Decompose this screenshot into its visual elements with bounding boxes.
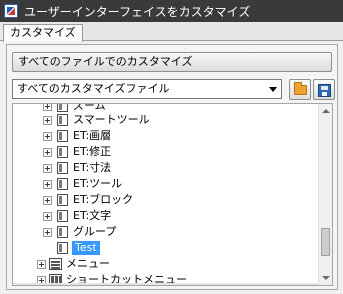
horizontal-scrollbar[interactable] (13, 283, 319, 285)
toolbar-icon (57, 194, 68, 206)
dropdown-arrow-icon[interactable] (265, 80, 281, 98)
scrollbar-thumb[interactable] (321, 228, 330, 256)
toolbar-icon (57, 162, 68, 174)
open-file-button[interactable] (289, 79, 311, 100)
customize-panel: すべてのファイルでのカスタマイズ すべてのカスタマイズファイル ズーム スマート… (6, 44, 338, 290)
tree-item[interactable]: ET:ブロック (13, 192, 313, 208)
tree-item[interactable]: グループ (13, 224, 313, 240)
customization-tree[interactable]: ズーム スマートツール ET:画層 ET:修正 ET:寸法 ET:ツール ET:… (12, 103, 333, 286)
tree-item-selected[interactable]: Test (13, 240, 313, 256)
expand-icon[interactable] (43, 148, 52, 157)
tree-item[interactable]: ET:ツール (13, 176, 313, 192)
toolbar-icon (57, 146, 68, 158)
app-icon (4, 4, 18, 18)
expand-icon[interactable] (43, 116, 52, 125)
window-title: ユーザーインターフェイスをカスタマイズ (24, 4, 251, 19)
vertical-scrollbar[interactable] (318, 104, 332, 285)
toolbar-icon (57, 178, 68, 190)
tree-item-menu[interactable]: メニュー (13, 256, 313, 272)
expand-icon[interactable] (37, 260, 46, 269)
tree-item[interactable]: スマートツール (13, 112, 313, 128)
scroll-up-icon[interactable] (319, 104, 332, 118)
tree-item[interactable]: ET:寸法 (13, 160, 313, 176)
toolbar-icon (57, 114, 68, 126)
folder-icon (294, 82, 307, 95)
customization-file-dropdown[interactable]: すべてのカスタマイズファイル (12, 79, 282, 99)
all-files-customization-button[interactable]: すべてのファイルでのカスタマイズ (12, 52, 332, 72)
save-icon (318, 84, 331, 97)
toolbar-icon (57, 226, 68, 238)
expand-icon[interactable] (43, 180, 52, 189)
expand-icon[interactable] (43, 212, 52, 221)
expand-icon[interactable] (43, 228, 52, 237)
save-button[interactable] (313, 79, 335, 100)
tree-item[interactable]: ET:画層 (13, 128, 313, 144)
expand-icon[interactable] (43, 164, 52, 173)
toolbar-icon (57, 242, 68, 254)
tab-customize[interactable]: カスタマイズ (3, 24, 83, 42)
window-titlebar: ユーザーインターフェイスをカスタマイズ (0, 0, 343, 22)
expand-icon[interactable] (43, 104, 52, 111)
toolbar-icon (57, 104, 68, 112)
toolbar-icon (57, 210, 68, 222)
expand-icon[interactable] (43, 196, 52, 205)
tab-bar: カスタマイズ (0, 22, 343, 42)
expand-icon[interactable] (43, 132, 52, 141)
scroll-down-icon[interactable] (319, 271, 332, 285)
menu-icon (49, 258, 62, 270)
toolbar-icon (57, 130, 68, 142)
customization-file-selected: すべてのカスタマイズファイル (17, 82, 170, 95)
tree-item[interactable]: ET:文字 (13, 208, 313, 224)
tree-item[interactable]: ET:修正 (13, 144, 313, 160)
